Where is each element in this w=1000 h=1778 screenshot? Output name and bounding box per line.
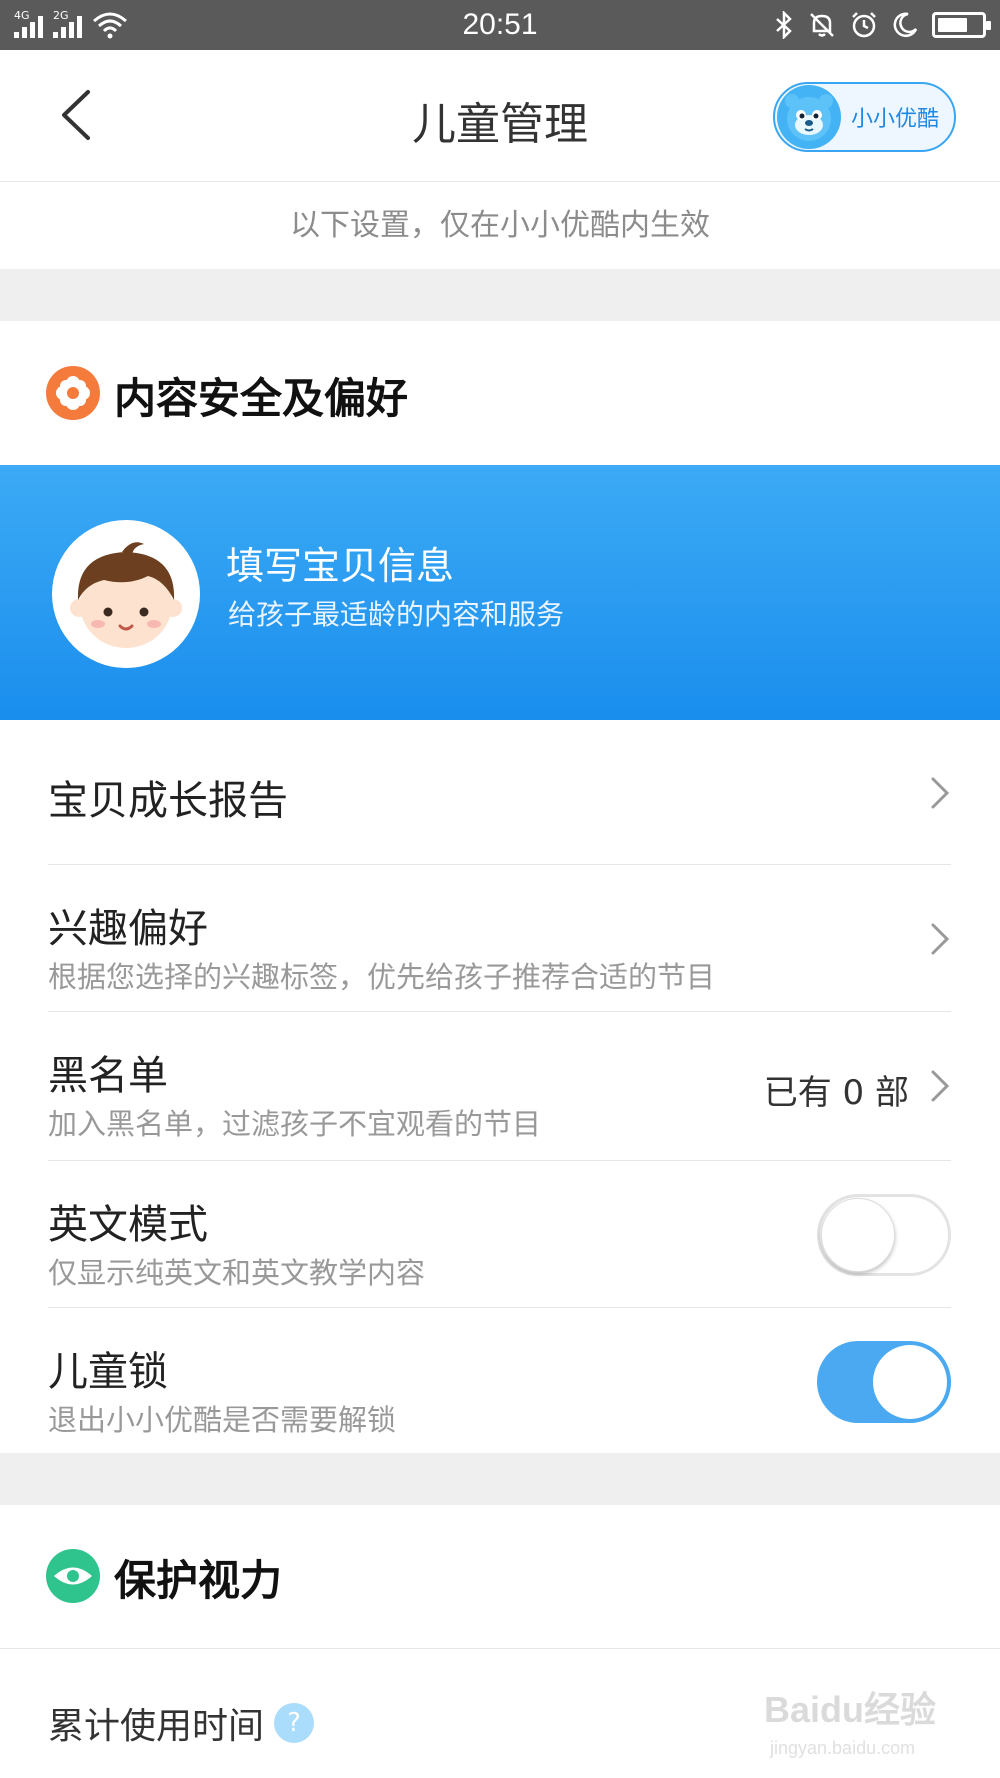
english-mode-title: 英文模式 — [48, 1202, 208, 1248]
child-lock-toggle[interactable] — [817, 1341, 951, 1423]
english-mode-subtitle: 仅显示纯英文和英文教学内容 — [48, 1256, 426, 1290]
mascot-icon — [777, 85, 841, 149]
flower-icon — [46, 366, 100, 420]
chevron-right-icon — [931, 1070, 950, 1102]
english-mode-row: 英文模式 仅显示纯英文和英文教学内容 — [48, 1162, 951, 1308]
watermark-url: jingyan.baidu.com — [769, 1738, 915, 1758]
eye-icon — [46, 1549, 100, 1603]
toggle-knob — [873, 1345, 947, 1419]
growth-report-row[interactable]: 宝贝成长报告 — [48, 720, 951, 865]
chevron-right-icon — [931, 923, 950, 955]
child-lock-subtitle: 退出小小优酷是否需要解锁 — [48, 1403, 397, 1437]
section-title-eyes: 保护视力 — [114, 1556, 283, 1605]
english-mode-toggle[interactable] — [817, 1194, 951, 1276]
baby-info-banner[interactable]: 填写宝贝信息 给孩子最适龄的内容和服务 — [0, 465, 1000, 720]
child-lock-row: 儿童锁 退出小小优酷是否需要解锁 — [48, 1309, 951, 1453]
section-divider — [0, 1453, 1000, 1505]
banner-subtitle: 给孩子最适龄的内容和服务 — [228, 598, 565, 631]
moon-icon — [893, 12, 918, 38]
battery-icon — [932, 12, 991, 38]
interests-subtitle: 根据您选择的兴趣标签，优先给孩子推荐合适的节目 — [48, 960, 716, 994]
child-lock-title: 儿童锁 — [48, 1349, 168, 1395]
help-icon[interactable]: ? — [274, 1703, 314, 1743]
usage-time-label: 累计使用时间 — [48, 1706, 265, 1747]
blacklist-count: 已有 0 部 — [764, 1065, 909, 1114]
blacklist-title: 黑名单 — [48, 1053, 168, 1099]
chevron-right-icon — [931, 777, 950, 809]
blacklist-count-prefix: 已有 — [763, 1073, 832, 1113]
alarm-icon — [852, 12, 876, 38]
status-right — [774, 8, 991, 42]
section-header-content: 内容安全及偏好 — [0, 321, 1000, 465]
scope-notice: 以下设置，仅在小小优酷内生效 — [0, 183, 1000, 269]
blacklist-subtitle: 加入黑名单，过滤孩子不宜观看的节目 — [48, 1107, 542, 1141]
interests-title: 兴趣偏好 — [48, 906, 208, 952]
watermark-text: Baidu经验 — [764, 1689, 936, 1730]
kids-mode-label: 小小优酷 — [851, 107, 940, 132]
section-header-eyes: 保护视力 — [0, 1505, 1000, 1648]
bluetooth-icon — [776, 11, 792, 39]
interests-row[interactable]: 兴趣偏好 根据您选择的兴趣标签，优先给孩子推荐合适的节目 — [48, 866, 951, 1012]
app-header: 儿童管理 小小优酷 — [0, 50, 1000, 182]
blacklist-count-suffix: 部 — [875, 1073, 909, 1113]
section-divider — [0, 269, 1000, 321]
mute-icon — [810, 13, 834, 37]
baidu-watermark: Baidu经验 jingyan.baidu.com — [740, 1678, 980, 1768]
baby-face-icon — [52, 520, 200, 668]
growth-report-title: 宝贝成长报告 — [48, 778, 288, 824]
status-bar: 4G 2G 20:51 — [0, 0, 1000, 50]
blacklist-row[interactable]: 黑名单 加入黑名单，过滤孩子不宜观看的节目 已有 0 部 — [48, 1013, 951, 1161]
blacklist-count-number: 0 — [842, 1073, 865, 1113]
section-title-content: 内容安全及偏好 — [114, 374, 409, 423]
banner-title: 填写宝贝信息 — [226, 544, 455, 588]
toggle-knob — [821, 1198, 895, 1272]
kids-mode-button[interactable]: 小小优酷 — [773, 82, 956, 152]
